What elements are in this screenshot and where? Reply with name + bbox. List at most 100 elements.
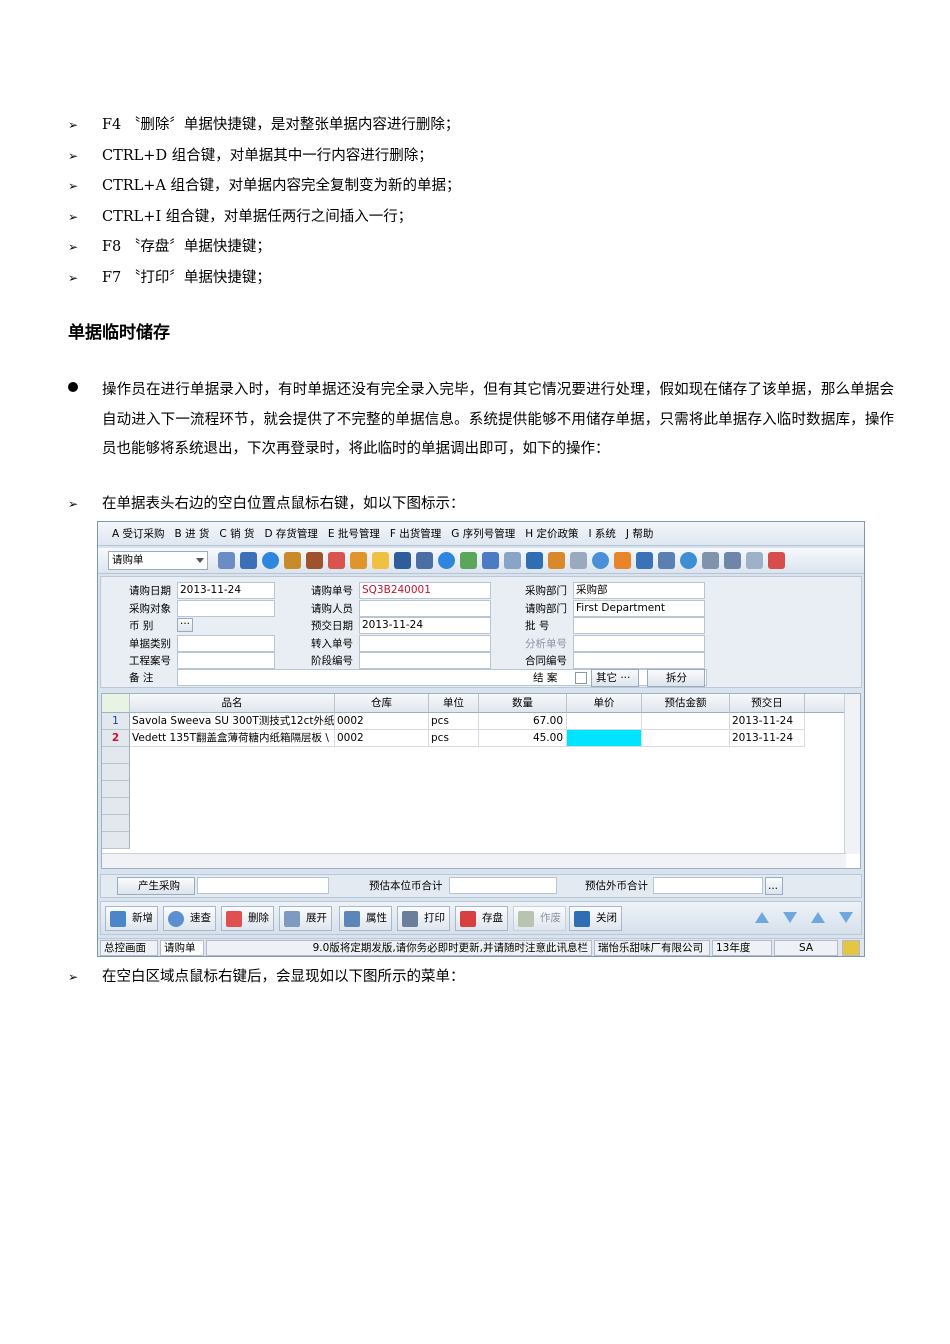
cart-icon[interactable] — [482, 552, 499, 569]
cell-date[interactable]: 2013-11-24 — [730, 730, 805, 747]
person-field[interactable] — [359, 600, 491, 617]
menu-serial[interactable]: G 序列号管理 — [451, 526, 515, 541]
monitor-icon[interactable] — [240, 552, 257, 569]
col-date[interactable]: 预交日 — [730, 694, 805, 713]
cell-unit[interactable]: pcs — [429, 730, 479, 747]
dept-field[interactable]: 采购部 — [573, 582, 705, 599]
row-number[interactable]: 2 — [102, 730, 130, 747]
doc-type-select[interactable]: 请购单 — [108, 551, 208, 570]
col-amount[interactable]: 预估金额 — [642, 694, 730, 713]
expand-button[interactable]: 展开 — [279, 906, 332, 931]
menu-shipping[interactable]: F 出货管理 — [390, 526, 441, 541]
project-field[interactable] — [177, 652, 275, 669]
row-number[interactable] — [102, 764, 130, 781]
help-icon[interactable] — [438, 552, 455, 569]
col-price[interactable]: 单价 — [567, 694, 642, 713]
exit-icon[interactable] — [768, 552, 785, 569]
analysis-field[interactable] — [573, 635, 705, 652]
phone-icon[interactable] — [262, 552, 279, 569]
first-arrow-icon[interactable] — [811, 912, 825, 923]
close-button[interactable]: 关闭 — [569, 906, 622, 931]
briefcase-icon[interactable] — [306, 552, 323, 569]
arrow-icon[interactable] — [416, 552, 433, 569]
properties-button[interactable]: 属性 — [339, 906, 392, 931]
cell-qty[interactable]: 67.00 — [479, 713, 567, 730]
tree-icon[interactable] — [636, 552, 653, 569]
row-number[interactable] — [102, 832, 130, 849]
folder-icon[interactable] — [372, 552, 389, 569]
gen-field[interactable] — [197, 877, 329, 894]
save-button[interactable]: 存盘 — [455, 906, 508, 931]
check-icon[interactable] — [592, 552, 609, 569]
prev-arrow-icon[interactable] — [755, 912, 769, 923]
print-button[interactable]: 打印 — [397, 906, 450, 931]
col-name[interactable]: 品名 — [130, 694, 335, 713]
copy-icon[interactable] — [570, 552, 587, 569]
col-warehouse[interactable]: 仓库 — [335, 694, 429, 713]
date-field[interactable]: 2013-11-24 — [177, 582, 275, 599]
row-number[interactable] — [102, 747, 130, 764]
status-home[interactable]: 总控画面 — [100, 940, 158, 956]
horizontal-scrollbar[interactable] — [102, 853, 846, 868]
cell-price-active[interactable] — [567, 730, 642, 747]
row-number[interactable] — [102, 781, 130, 798]
screen-icon[interactable] — [658, 552, 675, 569]
cell-warehouse[interactable]: 0002 — [335, 713, 429, 730]
no-field[interactable]: SQ3B240001 — [359, 582, 491, 599]
transfer-field[interactable] — [359, 635, 491, 652]
row-number[interactable]: 1 — [102, 713, 130, 730]
last-arrow-icon[interactable] — [839, 912, 853, 923]
tile-icon[interactable] — [746, 552, 763, 569]
menu-purchase-in[interactable]: B 进 货 — [175, 526, 210, 541]
cell-name[interactable]: Savola Sweeva SU 300T测技式12ct外纸箱 — [130, 713, 335, 730]
target-field[interactable] — [177, 600, 275, 617]
bell-icon[interactable] — [614, 552, 631, 569]
delete-button[interactable]: 删除 — [221, 906, 274, 931]
other-button[interactable]: 其它 ··· — [591, 669, 639, 687]
cell-name[interactable]: Vedett 135T翻盖盒薄荷糖内纸箱隔层板 \ — [130, 730, 335, 747]
col-unit[interactable]: 单位 — [429, 694, 479, 713]
menu-batch[interactable]: E 批号管理 — [328, 526, 380, 541]
document-icon[interactable] — [504, 552, 521, 569]
next-arrow-icon[interactable] — [783, 912, 797, 923]
book-icon[interactable] — [394, 552, 411, 569]
status-current-tab[interactable]: 请购单 — [160, 940, 204, 956]
cell-amount[interactable] — [642, 713, 730, 730]
menu-pricing[interactable]: H 定价政策 — [525, 526, 578, 541]
menu-help[interactable]: J 帮助 — [626, 526, 653, 541]
menu-purchase[interactable]: A 受订采购 — [112, 526, 165, 541]
excel-icon[interactable] — [102, 694, 130, 713]
cell-amount[interactable] — [642, 730, 730, 747]
cell-price[interactable] — [567, 713, 642, 730]
split-button[interactable]: 拆分 — [647, 669, 705, 687]
more-button[interactable]: ... — [765, 877, 783, 895]
cell-unit[interactable]: pcs — [429, 713, 479, 730]
void-button[interactable]: 作废 — [513, 906, 566, 931]
users-icon[interactable] — [350, 552, 367, 569]
cell-warehouse[interactable]: 0002 — [335, 730, 429, 747]
currency-picker[interactable]: ··· — [177, 618, 193, 632]
row-number[interactable] — [102, 815, 130, 832]
refresh-icon[interactable] — [680, 552, 697, 569]
vertical-scrollbar[interactable] — [844, 694, 860, 854]
database-icon[interactable] — [548, 552, 565, 569]
new-button[interactable]: 新增 — [105, 906, 158, 931]
tool-icon[interactable] — [218, 552, 235, 569]
deliver-field[interactable]: 2013-11-24 — [359, 617, 491, 634]
col-qty[interactable]: 数量 — [479, 694, 567, 713]
window-icon[interactable] — [702, 552, 719, 569]
batch-field[interactable] — [573, 617, 705, 634]
quick-search-button[interactable]: 速查 — [163, 906, 216, 931]
generate-purchase-button[interactable]: 产生采购 — [117, 877, 195, 895]
close-checkbox[interactable] — [575, 672, 587, 684]
dept2-field[interactable]: First Department — [573, 600, 705, 617]
cell-date[interactable]: 2013-11-24 — [730, 713, 805, 730]
close-icon[interactable] — [724, 552, 741, 569]
row-number[interactable] — [102, 798, 130, 815]
calculator-icon[interactable] — [526, 552, 543, 569]
stage-field[interactable] — [359, 652, 491, 669]
menu-system[interactable]: I 系统 — [588, 526, 615, 541]
cell-qty[interactable]: 45.00 — [479, 730, 567, 747]
money-icon[interactable] — [460, 552, 477, 569]
house-icon[interactable] — [284, 552, 301, 569]
